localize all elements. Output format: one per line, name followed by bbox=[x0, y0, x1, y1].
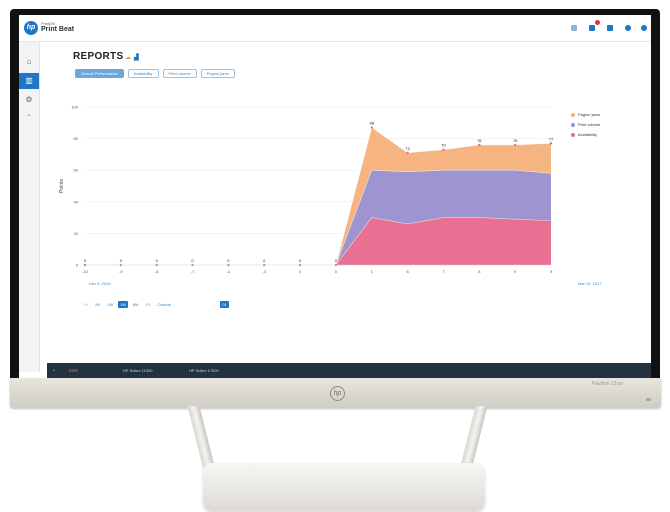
x-tick-label: 0 bbox=[299, 269, 302, 274]
data-point bbox=[478, 143, 481, 147]
x-tick-label: 7 bbox=[442, 269, 445, 274]
range-1h[interactable]: 1H bbox=[81, 301, 90, 308]
data-label: 0 bbox=[263, 258, 266, 263]
range-1w[interactable]: 1W bbox=[105, 301, 115, 308]
data-label: 0 bbox=[191, 258, 194, 263]
range-selector: 1H 2H 1W 1M 6M 1Y Custom bbox=[81, 301, 173, 308]
data-label: 70 bbox=[441, 143, 446, 148]
legend-swatch bbox=[571, 112, 575, 117]
data-label: 0 bbox=[156, 258, 159, 263]
y-tick-label: 80 bbox=[74, 136, 79, 141]
data-label: 76 bbox=[477, 138, 482, 143]
footer-toggle-icon[interactable]: ^ bbox=[53, 368, 55, 373]
data-label: 76 bbox=[513, 138, 518, 143]
range-6m[interactable]: 6M bbox=[131, 301, 141, 308]
legend-item-availability[interactable]: Availability bbox=[571, 132, 597, 137]
x-tick-label: -4 bbox=[227, 269, 231, 274]
y-tick-label: 100 bbox=[71, 105, 78, 110]
data-label: 0 bbox=[120, 258, 123, 263]
data-point bbox=[549, 142, 553, 145]
data-label: 72 bbox=[405, 146, 410, 151]
footer-site-label[interactable]: SITE bbox=[69, 368, 78, 373]
range-2h[interactable]: 2H bbox=[93, 301, 102, 308]
data-point bbox=[442, 148, 445, 151]
x-tick-label: -9 bbox=[119, 269, 123, 274]
pager-prev[interactable]: ‹ bbox=[215, 302, 216, 307]
range-1m[interactable]: 1M bbox=[118, 301, 128, 308]
hp-monitor-logo: hp bbox=[330, 386, 345, 401]
footer-tab-scitex-17000[interactable]: HP Scitex 17000 bbox=[189, 368, 219, 373]
y-axis-label: Points bbox=[59, 179, 65, 193]
x-tick-label: 6 bbox=[406, 269, 409, 274]
pager: ‹ 01 › bbox=[215, 301, 234, 308]
screen: hp PrintOS Print Beat ⌂ ▥ ⚙ • REPORTS ☁ ▟… bbox=[19, 15, 651, 379]
legend-swatch bbox=[571, 122, 575, 127]
data-label: 0 bbox=[299, 258, 302, 263]
footer-bar: ^ SITE HP Scitex 11000 HP Scitex 17000 bbox=[47, 363, 651, 379]
y-tick-label: 0 bbox=[76, 263, 79, 268]
y-tick-label: 60 bbox=[74, 168, 79, 173]
stand-base bbox=[203, 463, 485, 511]
monitor-model-label: Pavilion 22cw bbox=[592, 381, 623, 387]
data-label: 0 bbox=[227, 258, 230, 263]
x-tick-label: -3 bbox=[262, 269, 266, 274]
x-tick-label: 8 bbox=[478, 269, 481, 274]
legend-label: Print volume bbox=[578, 122, 601, 127]
legend-item-print-volume[interactable]: Print volume bbox=[571, 122, 600, 127]
x-tick-label: -8 bbox=[155, 269, 159, 274]
end-date[interactable]: Mar 12, 2017 bbox=[578, 281, 602, 286]
data-label: 88 bbox=[370, 121, 375, 126]
stacked-area-chart: 020406080100Points0 0 0 0 0 0 0 088727076 76 77-1… bbox=[59, 105, 554, 275]
x-tick-label: 0 bbox=[335, 269, 338, 274]
legend-label: Pages/ jams bbox=[578, 112, 601, 117]
legend-label: Availability bbox=[578, 132, 597, 137]
x-tick-label: -10 bbox=[82, 269, 89, 274]
legend-swatch bbox=[571, 132, 575, 137]
pager-next[interactable]: › bbox=[233, 302, 234, 307]
x-tick-label: -7 bbox=[191, 269, 195, 274]
start-date[interactable]: Dec 5, 2016 bbox=[89, 281, 111, 286]
x-tick-label: 1 bbox=[371, 269, 374, 274]
x-tick-label: 9 bbox=[550, 269, 553, 274]
legend-item-pages-jams[interactable]: Pages/ jams bbox=[571, 112, 600, 117]
data-label: 0 bbox=[84, 258, 87, 263]
data-label: 77 bbox=[549, 136, 554, 141]
data-point bbox=[370, 126, 373, 129]
data-point bbox=[513, 143, 517, 147]
footer-tab-scitex-11000[interactable]: HP Scitex 11000 bbox=[123, 368, 152, 373]
y-tick-label: 40 bbox=[74, 199, 79, 204]
pager-current[interactable]: 01 bbox=[220, 301, 229, 308]
range-custom[interactable]: Custom bbox=[155, 301, 173, 308]
power-button[interactable] bbox=[646, 398, 651, 401]
y-tick-label: 20 bbox=[74, 231, 79, 236]
x-tick-label: 9 bbox=[514, 269, 517, 274]
range-1y[interactable]: 1Y bbox=[143, 301, 152, 308]
data-point bbox=[406, 151, 409, 155]
